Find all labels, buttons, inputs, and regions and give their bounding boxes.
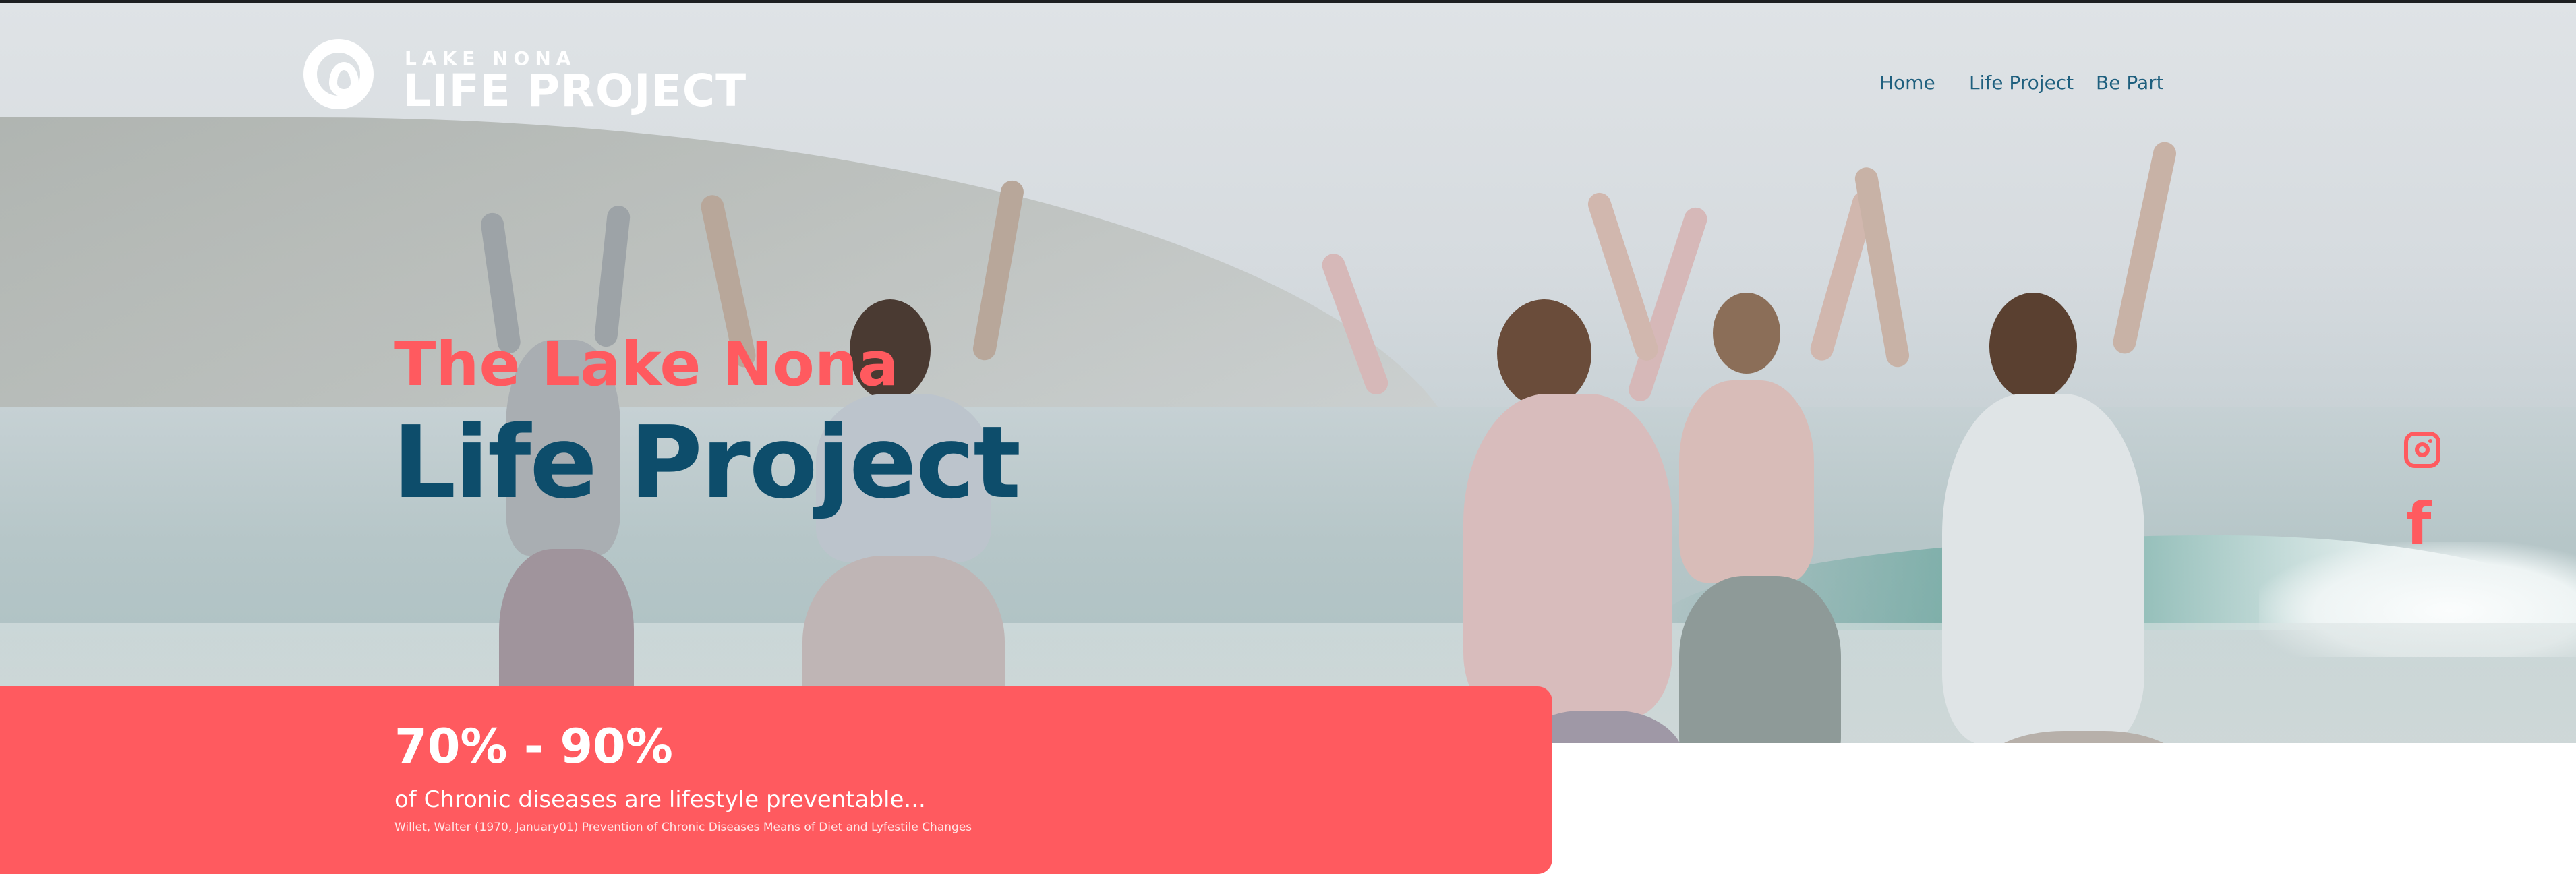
- nav-life-project[interactable]: Life Project: [1969, 71, 2074, 94]
- stats-panel: 70% - 90% of Chronic diseases are lifest…: [0, 686, 1552, 874]
- facebook-glyph: f: [2406, 490, 2432, 558]
- stat-citation: Willet, Walter (1970, January01) Prevent…: [394, 821, 972, 834]
- hero-eyebrow: The Lake Nona: [394, 329, 899, 400]
- nav-home[interactable]: Home: [1879, 71, 1935, 94]
- logo-mark-icon: [303, 39, 374, 109]
- site-logo[interactable]: LAKE NONA LIFE PROJECT: [303, 39, 746, 127]
- logo-main-text: LIFE PROJECT: [403, 65, 747, 117]
- nav-be-part[interactable]: Be Part: [2096, 71, 2164, 94]
- instagram-icon[interactable]: [2404, 432, 2440, 468]
- facebook-icon[interactable]: f: [2406, 495, 2438, 554]
- stat-description: of Chronic diseases are lifestyle preven…: [394, 786, 926, 813]
- hero-title: Life Project: [392, 405, 1021, 521]
- stat-value: 70% - 90%: [394, 719, 673, 774]
